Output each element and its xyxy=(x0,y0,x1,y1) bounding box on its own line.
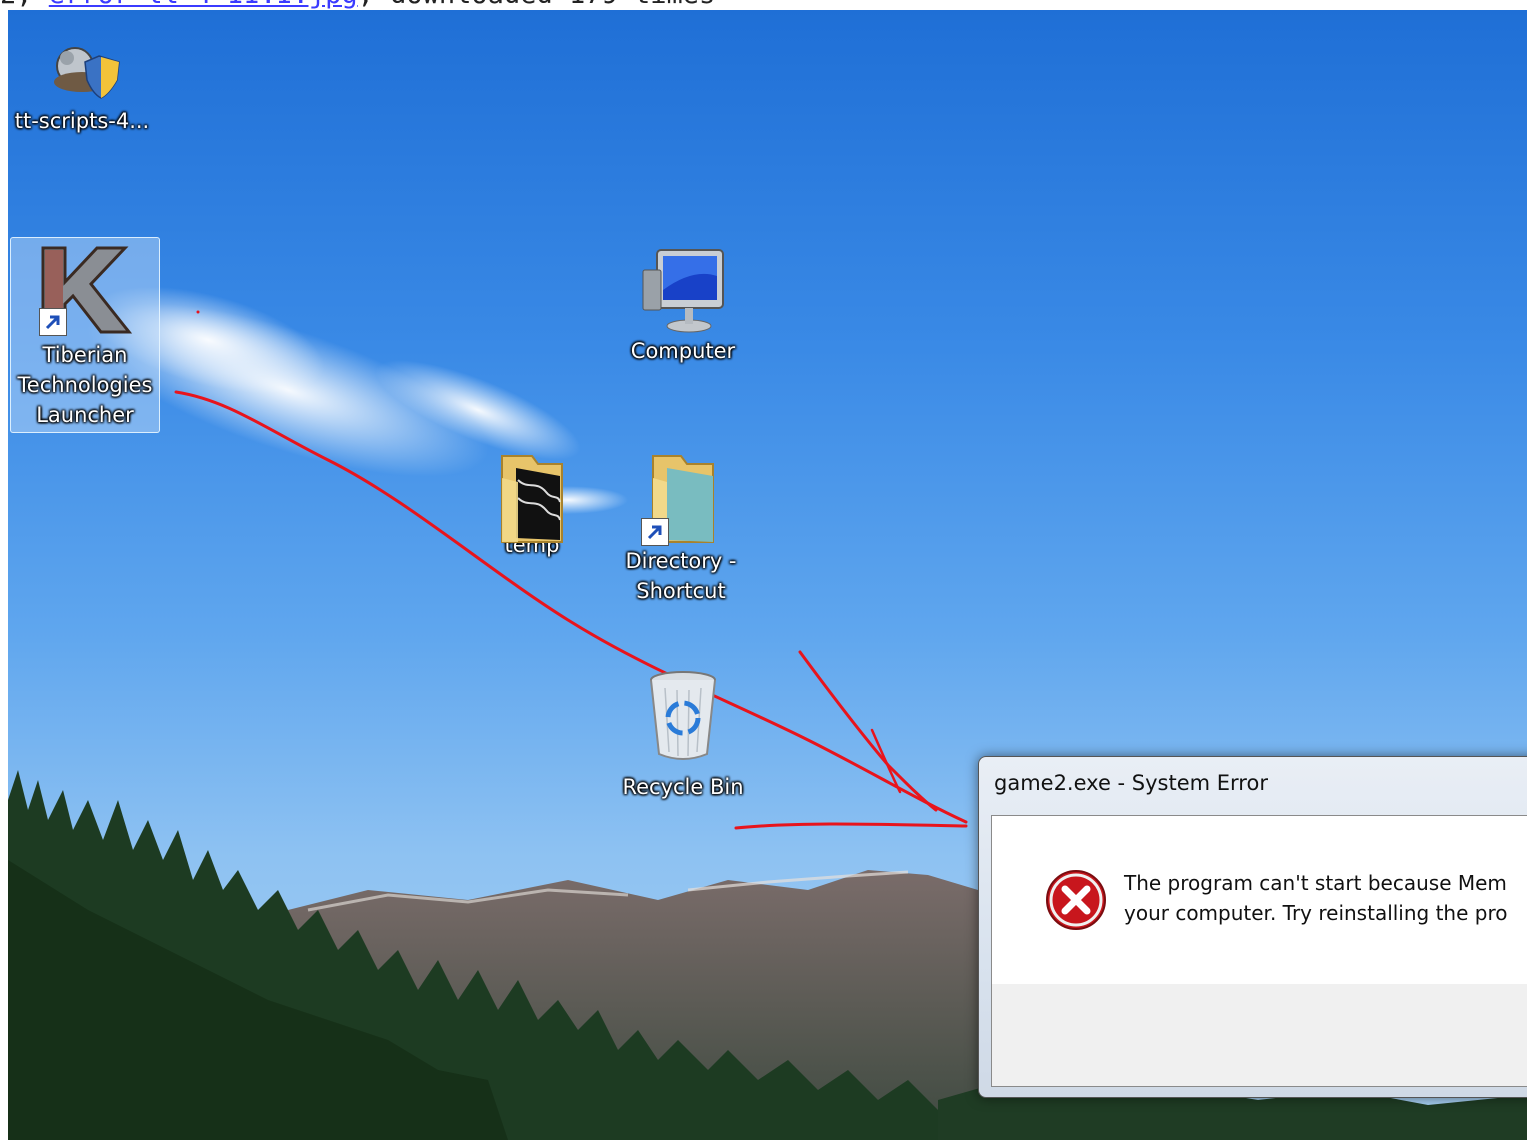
computer-icon xyxy=(633,246,733,336)
label-line: Shortcut xyxy=(636,579,726,603)
tt-launcher-icon xyxy=(35,244,135,340)
dialog-client-area: The program can't start because Mem your… xyxy=(991,815,1527,1087)
desktop[interactable]: tt-scripts-4... Tiberian Technologies La… xyxy=(8,10,1527,1140)
system-error-dialog[interactable]: game2.exe - System Error The program can… xyxy=(978,756,1527,1098)
desktop-icon-label: Tiberian Technologies Launcher xyxy=(11,340,159,430)
recycle-bin-icon xyxy=(643,668,723,764)
caption-prefix: 2, xyxy=(0,0,33,10)
dialog-message: The program can't start because Mem your… xyxy=(1124,868,1508,928)
desktop-icon-tt-scripts[interactable]: tt-scripts-4... xyxy=(8,36,156,136)
desktop-icon-recycle-bin[interactable]: Recycle Bin xyxy=(609,668,757,802)
caption-suffix: , downloaded 179 times xyxy=(358,0,716,10)
desktop-icon-computer[interactable]: Computer xyxy=(609,246,757,366)
dialog-title: game2.exe - System Error xyxy=(994,771,1268,795)
dialog-message-line: The program can't start because Mem xyxy=(1124,871,1507,895)
desktop-icon-label: Computer xyxy=(630,339,736,363)
installer-shield-icon xyxy=(37,36,127,106)
desktop-icon-tt-launcher[interactable]: Tiberian Technologies Launcher xyxy=(10,237,160,433)
shortcut-arrow-icon xyxy=(641,518,669,546)
label-line: Launcher xyxy=(36,403,134,427)
folder-icon xyxy=(492,450,572,550)
desktop-icon-directory-shortcut[interactable]: Directory - Shortcut xyxy=(607,450,755,606)
error-icon xyxy=(1044,868,1108,932)
desktop-icon-label: Directory - Shortcut xyxy=(607,546,755,606)
desktop-icon-label: Recycle Bin xyxy=(622,775,744,799)
label-line: Tiberian xyxy=(42,343,128,367)
label-line: Directory - xyxy=(625,549,737,573)
desktop-icon-temp[interactable]: temp xyxy=(458,450,606,560)
attachment-link[interactable]: error-ll-4-II.I.jpg xyxy=(49,0,358,10)
desktop-icon-label: tt-scripts-4... xyxy=(14,109,150,133)
label-line: Technologies xyxy=(17,373,153,397)
dialog-message-area: The program can't start because Mem your… xyxy=(992,816,1527,984)
dialog-message-line: your computer. Try reinstalling the pro xyxy=(1124,901,1508,925)
shortcut-arrow-icon xyxy=(39,308,67,336)
folder-icon xyxy=(641,450,721,550)
